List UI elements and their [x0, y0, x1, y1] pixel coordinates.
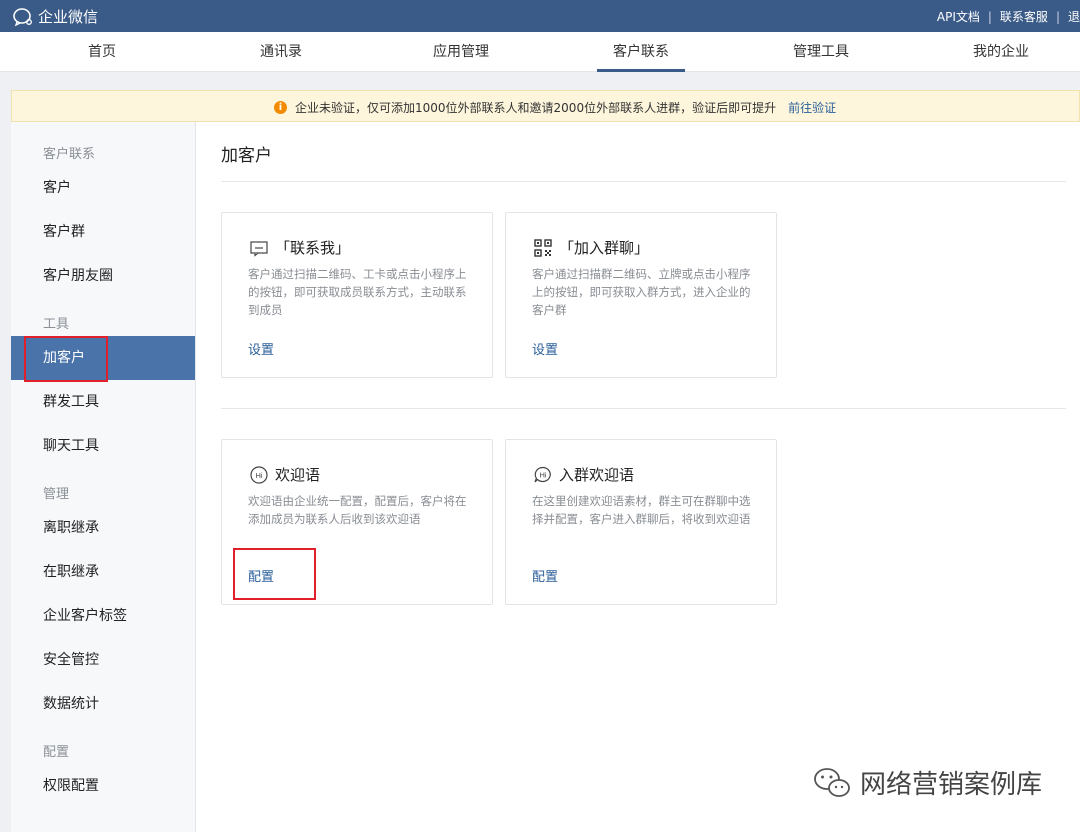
contact-me-settings-link[interactable]: 设置	[248, 339, 274, 358]
main-nav: 首页 通讯录 应用管理 客户联系 管理工具 我的企业	[0, 32, 1080, 72]
sidebar-item-chat-tools[interactable]: 聊天工具	[11, 424, 195, 468]
card-title: 「联系我」	[275, 239, 351, 257]
nav-my-enterprise[interactable]: 我的企业	[911, 32, 1080, 72]
sidebar-item-moments[interactable]: 客户朋友圈	[11, 254, 195, 298]
qrcode-icon	[534, 238, 552, 257]
main-content: 加客户 「联系我」 客户通过扫描二维码、工卡或点击小程序上的按钮，即可获取成员联…	[196, 122, 1080, 832]
card-description: 欢迎语由企业统一配置，配置后，客户将在添加成员为联系人后收到该欢迎语	[248, 494, 467, 526]
card-title: 欢迎语	[275, 466, 321, 484]
card-title: 入群欢迎语	[559, 466, 635, 484]
card-join-group-chat: 「加入群聊」 客户通过扫描群二维码、立牌或点击小程序上的按钮，即可获取入群方式，…	[505, 212, 777, 378]
sidebar-item-customer[interactable]: 客户	[11, 166, 195, 210]
svg-text:Hi: Hi	[255, 471, 262, 480]
api-docs-link[interactable]: API文档	[937, 8, 980, 25]
sidebar-item-onjob-inherit[interactable]: 在职继承	[11, 550, 195, 594]
notice-text: 企业未验证，仅可添加1000位外部联系人和邀请2000位外部联系人进群，验证后即…	[295, 101, 777, 115]
page-title: 加客户	[221, 146, 272, 166]
sidebar-item-resign-inherit[interactable]: 离职继承	[11, 506, 195, 550]
wechat-logo-icon	[814, 767, 850, 797]
svg-text:Hi: Hi	[539, 470, 546, 479]
nav-app-management[interactable]: 应用管理	[371, 32, 551, 72]
nav-contacts[interactable]: 通讯录	[191, 32, 371, 72]
divider	[221, 181, 1066, 182]
top-links: API文档 | 联系客服 | 退	[937, 8, 1080, 25]
nav-management-tools[interactable]: 管理工具	[731, 32, 911, 72]
card-description: 在这里创建欢迎语素材，群主可在群聊中选择并配置，客户进入群聊后，将收到欢迎语	[532, 494, 751, 526]
card-contact-me: 「联系我」 客户通过扫描二维码、工卡或点击小程序上的按钮，即可获取成员联系方式，…	[221, 212, 493, 378]
hi-icon: Hi	[250, 465, 268, 484]
sidebar-group-config: 配置	[43, 745, 70, 760]
group-welcome-config-link[interactable]: 配置	[532, 566, 558, 585]
watermark: 网络营销案例库	[812, 764, 1042, 801]
group-hi-icon: Hi	[534, 466, 551, 482]
sidebar-group-manage: 管理	[43, 487, 70, 502]
logout-link[interactable]: 退	[1068, 8, 1080, 25]
sidebar-item-permission[interactable]: 权限配置	[11, 764, 195, 808]
highlight-box-welcome-config	[233, 548, 316, 600]
top-bar: 企业微信 API文档 | 联系客服 | 退	[0, 0, 1080, 32]
app-logo[interactable]: 企业微信	[12, 6, 98, 27]
separator: |	[1055, 9, 1060, 24]
sidebar-item-statistics[interactable]: 数据统计	[11, 682, 195, 726]
nav-home[interactable]: 首页	[12, 32, 192, 72]
sidebar: 客户联系 客户 客户群 客户朋友圈 工具 加客户 群发工具 聊天工具 管理 离职…	[11, 122, 196, 832]
card-group-welcome-message: Hi 入群欢迎语 在这里创建欢迎语素材，群主可在群聊中选择并配置，客户进入群聊后…	[505, 439, 777, 605]
wecom-logo-icon	[13, 7, 32, 26]
warning-icon: i	[274, 101, 287, 114]
join-group-settings-link[interactable]: 设置	[532, 339, 558, 358]
sidebar-item-customer-tags[interactable]: 企业客户标签	[11, 594, 195, 638]
sidebar-item-mass-send[interactable]: 群发工具	[11, 380, 195, 424]
separator: |	[987, 9, 992, 24]
nav-customer-contact[interactable]: 客户联系	[551, 32, 731, 72]
card-description: 客户通过扫描二维码、工卡或点击小程序上的按钮，即可获取成员联系方式，主动联系到成…	[248, 267, 467, 317]
message-icon	[250, 240, 268, 257]
sidebar-group-customer-contact: 客户联系	[43, 147, 96, 162]
support-link[interactable]: 联系客服	[1000, 8, 1048, 25]
sidebar-item-security[interactable]: 安全管控	[11, 638, 195, 682]
card-description: 客户通过扫描群二维码、立牌或点击小程序上的按钮，即可获取入群方式，进入企业的客户…	[532, 267, 751, 317]
watermark-text: 网络营销案例库	[860, 770, 1043, 800]
app-name: 企业微信	[38, 8, 99, 26]
sidebar-group-tools: 工具	[43, 317, 70, 332]
card-title: 「加入群聊」	[559, 239, 650, 257]
verify-link[interactable]: 前往验证	[788, 99, 836, 116]
divider	[221, 408, 1066, 409]
sidebar-item-customer-group[interactable]: 客户群	[11, 210, 195, 254]
verification-notice: i 企业未验证，仅可添加1000位外部联系人和邀请2000位外部联系人进群，验证…	[11, 90, 1080, 122]
highlight-box-add-customer	[24, 336, 108, 382]
